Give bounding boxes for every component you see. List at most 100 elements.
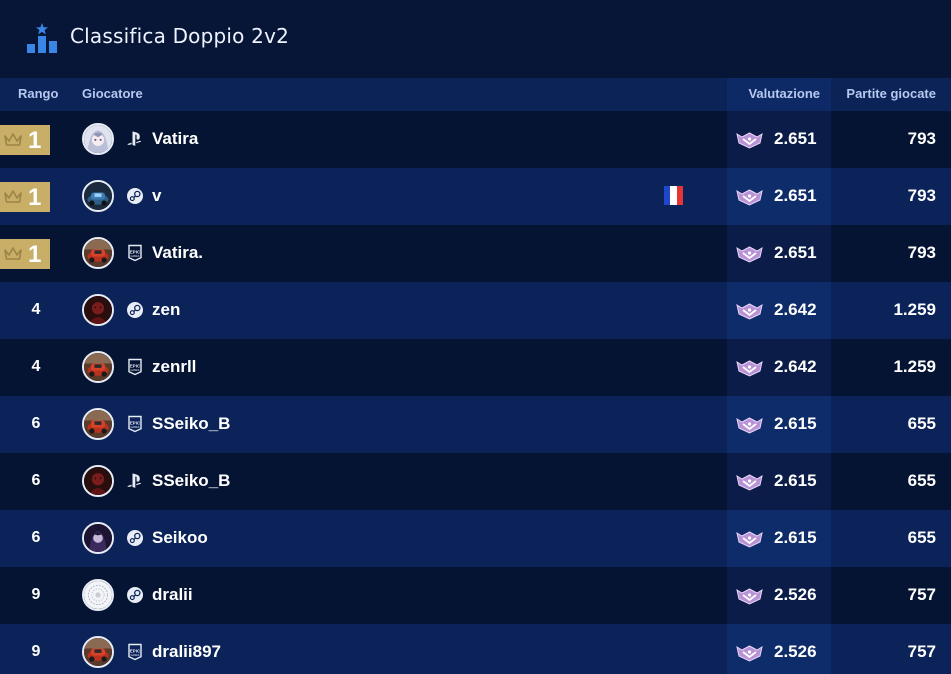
rank-emblem-icon [736,245,763,263]
table-row[interactable]: 4 EPIC GAMES zenrll 2.642 1.259 [0,339,951,396]
rating-value: 2.526 [774,585,817,604]
rank-number: 6 [31,415,41,432]
games-played-value: 793 [907,129,936,148]
rating-value: 2.642 [774,300,817,319]
epic-games-icon: EPIC GAMES [126,415,144,433]
epic-games-icon: EPIC GAMES [126,643,144,661]
table-row[interactable]: 6 Seikoo 2.615 655 [0,510,951,567]
player-name-link[interactable]: zen [152,300,180,320]
rank-emblem-icon [736,416,763,434]
games-played-value: 655 [907,471,936,490]
avatar[interactable] [82,294,114,326]
avatar[interactable] [82,351,114,383]
avatar[interactable] [82,123,114,155]
avatar[interactable] [82,408,114,440]
avatar[interactable] [82,180,114,212]
rank-number: 6 [31,529,41,546]
rank-emblem-icon [736,359,763,377]
steam-icon [126,586,144,604]
player-name-link[interactable]: dralii897 [152,642,221,662]
rank-number: 1 [28,184,42,211]
games-played-value: 793 [907,186,936,205]
rating-value: 2.615 [774,528,817,547]
rank-number: 9 [31,586,41,603]
table-body: 1 Vatira 2.651 793 1 v 2.651 793 1 EPIC GAMES Vatir… [0,111,951,674]
table-row[interactable]: 4 zen 2.642 1.259 [0,282,951,339]
svg-text:GAMES: GAMES [131,369,140,372]
table-row[interactable]: 6 EPIC GAMES SSeiko_B 2.615 655 [0,396,951,453]
avatar[interactable] [82,465,114,497]
page-header: Classifica Doppio 2v2 [0,0,951,78]
table-row[interactable]: 1 Vatira 2.651 793 [0,111,951,168]
column-header-games[interactable]: Partite giocate [846,86,936,101]
gold-rank-badge: 1 [0,182,50,212]
player-name-link[interactable]: zenrll [152,357,196,377]
rank-number: 4 [31,301,41,318]
playstation-icon [126,472,144,490]
steam-icon [126,301,144,319]
avatar[interactable] [82,522,114,554]
svg-text:GAMES: GAMES [131,426,140,429]
crown-icon [3,246,23,262]
player-name-link[interactable]: dralii [152,585,193,605]
table-row[interactable]: 6 SSeiko_B 2.615 655 [0,453,951,510]
svg-text:GAMES: GAMES [131,255,140,258]
column-header-player[interactable]: Giocatore [82,86,143,101]
crown-icon [3,189,23,205]
games-played-value: 757 [907,642,936,661]
table-row[interactable]: 1 v 2.651 793 [0,168,951,225]
rank-emblem-icon [736,644,763,662]
player-name-link[interactable]: SSeiko_B [152,471,230,491]
steam-icon [126,529,144,547]
rating-value: 2.651 [774,129,817,148]
avatar[interactable] [82,237,114,269]
player-name-link[interactable]: Vatira [152,129,198,149]
rating-value: 2.615 [774,414,817,433]
rating-value: 2.615 [774,471,817,490]
player-name-link[interactable]: Seikoo [152,528,208,548]
rating-value: 2.651 [774,186,817,205]
table-row[interactable]: 1 EPIC GAMES Vatira. 2.651 793 [0,225,951,282]
leaderboard-podium-icon [27,23,57,53]
games-played-value: 1.259 [893,357,936,376]
table-row[interactable]: 9 dralii 2.526 757 [0,567,951,624]
table-row[interactable]: 9 EPIC GAMES dralii897 2.526 757 [0,624,951,674]
svg-text:EPIC: EPIC [130,364,141,369]
games-played-value: 757 [907,585,936,604]
rank-number: 1 [28,127,42,154]
avatar[interactable] [82,636,114,668]
rank-emblem-icon [736,302,763,320]
games-played-value: 1.259 [893,300,936,319]
rank-number: 1 [28,241,42,268]
games-played-value: 655 [907,528,936,547]
rank-emblem-icon [736,530,763,548]
rank-emblem-icon [736,131,763,149]
gold-rank-badge: 1 [0,239,50,269]
player-name-link[interactable]: SSeiko_B [152,414,230,434]
leaderboard-table: Rango Giocatore Valutazione Partite gioc… [0,78,951,674]
page-title: Classifica Doppio 2v2 [70,24,290,48]
column-header-rating[interactable]: Valutazione [748,86,820,101]
playstation-icon [126,130,144,148]
player-name-link[interactable]: v [152,186,161,206]
gold-rank-badge: 1 [0,125,50,155]
epic-games-icon: EPIC GAMES [126,358,144,376]
rank-number: 9 [31,643,41,660]
player-name-link[interactable]: Vatira. [152,243,203,263]
epic-games-icon: EPIC GAMES [126,244,144,262]
svg-text:EPIC: EPIC [130,649,141,654]
france-flag-icon [664,186,683,205]
games-played-value: 655 [907,414,936,433]
rating-value: 2.526 [774,642,817,661]
svg-text:EPIC: EPIC [130,250,141,255]
svg-text:EPIC: EPIC [130,421,141,426]
table-header: Rango Giocatore Valutazione Partite gioc… [0,78,951,111]
column-header-rank[interactable]: Rango [18,86,58,101]
rank-emblem-icon [736,587,763,605]
avatar[interactable] [82,579,114,611]
rating-value: 2.642 [774,357,817,376]
rank-emblem-icon [736,188,763,206]
games-played-value: 793 [907,243,936,262]
rank-emblem-icon [736,473,763,491]
rank-number: 4 [31,358,41,375]
